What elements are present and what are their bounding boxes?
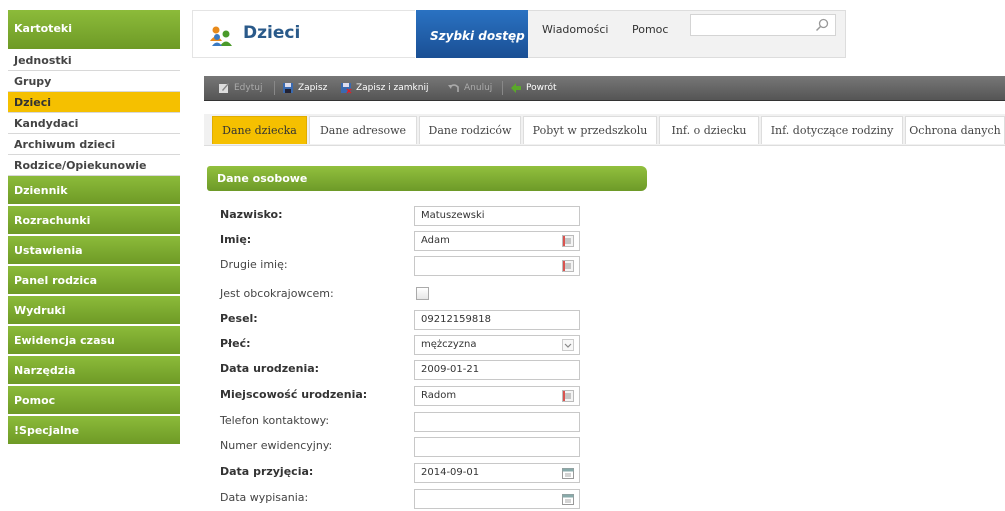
pesel-label: Pesel: bbox=[220, 312, 258, 325]
page-title: Dzieci bbox=[243, 23, 301, 43]
sidebar: Kartoteki Jednostki Grupy Dzieci Kandyda… bbox=[8, 10, 180, 492]
tab-dane-adresowe[interactable]: Dane adresowe bbox=[309, 116, 417, 144]
search-input[interactable] bbox=[690, 14, 836, 36]
sidebar-section-kartoteki[interactable]: Kartoteki bbox=[8, 10, 180, 50]
form-row-pesel: Pesel: 09212159818 bbox=[220, 310, 600, 332]
calendar-icon[interactable] bbox=[562, 467, 574, 479]
save-close-label: Zapisz i zamknij bbox=[356, 83, 429, 93]
calendar-icon[interactable] bbox=[562, 493, 574, 505]
section-header-dane-osobowe: Dane osobowe bbox=[207, 166, 647, 191]
back-button[interactable]: Powrót bbox=[510, 82, 557, 94]
tab-ochrona-danych[interactable]: Ochrona danych bbox=[905, 116, 1005, 144]
undo-icon bbox=[448, 84, 459, 92]
cancel-button[interactable]: Anuluj bbox=[448, 82, 492, 94]
tab-inf-dotyczace-rodziny[interactable]: Inf. dotyczące rodziny bbox=[761, 116, 903, 144]
save-icon bbox=[283, 83, 293, 93]
sidebar-group-ewidencja-czasu[interactable]: Ewidencja czasu bbox=[8, 326, 180, 356]
sidebar-group-ustawienia[interactable]: Ustawienia bbox=[8, 236, 180, 266]
foreigner-label: Jest obcokrajowcem: bbox=[220, 287, 334, 300]
search-icon[interactable] bbox=[815, 18, 829, 32]
form-row-surname: Nazwisko: Matuszewski bbox=[220, 206, 600, 228]
record-number-label: Numer ewidencyjny: bbox=[220, 439, 333, 452]
tab-inf-o-dziecku[interactable]: Inf. o dziecku bbox=[659, 116, 759, 144]
edit-icon bbox=[219, 83, 229, 93]
sidebar-item-jednostki[interactable]: Jednostki bbox=[8, 50, 180, 71]
surname-field[interactable]: Matuszewski bbox=[414, 206, 580, 226]
sidebar-group-panel-rodzica[interactable]: Panel rodzica bbox=[8, 266, 180, 296]
form-row-record-number: Numer ewidencyjny: bbox=[220, 437, 600, 459]
birth-place-value: Radom bbox=[421, 390, 457, 401]
form-row-admission-date: Data przyjęcia: 2014-09-01 bbox=[220, 463, 600, 485]
discharge-date-field[interactable] bbox=[414, 489, 580, 509]
back-label: Powrót bbox=[526, 83, 557, 93]
birth-date-label: Data urodzenia: bbox=[220, 362, 320, 375]
form-row-discharge-date: Data wypisania: bbox=[220, 489, 600, 511]
toolbar: Edytuj Zapisz Zapisz i zamknij Anuluj Po… bbox=[204, 76, 1005, 101]
dictionary-icon[interactable] bbox=[562, 235, 574, 247]
sidebar-group-dziennik[interactable]: Dziennik bbox=[8, 176, 180, 206]
sidebar-group-wydruki[interactable]: Wydruki bbox=[8, 296, 180, 326]
surname-label: Nazwisko: bbox=[220, 208, 283, 221]
sidebar-item-rodzice-opiekunowie[interactable]: Rodzice/Opiekunowie bbox=[8, 155, 180, 176]
messages-link[interactable]: Wiadomości bbox=[542, 23, 608, 36]
gender-label: Płeć: bbox=[220, 337, 251, 350]
save-button[interactable]: Zapisz bbox=[282, 82, 327, 94]
record-number-field[interactable] bbox=[414, 437, 580, 457]
toolbar-divider bbox=[274, 81, 275, 95]
first-name-label: Imię: bbox=[220, 233, 252, 246]
tab-dane-dziecka[interactable]: Dane dziecka bbox=[212, 116, 307, 144]
toolbar-divider bbox=[502, 81, 503, 95]
form-row-first-name: Imię: Adam bbox=[220, 231, 600, 253]
sidebar-group-specjalne[interactable]: !Specjalne bbox=[8, 416, 180, 446]
birth-date-field[interactable]: 2009-01-21 bbox=[414, 360, 580, 380]
quick-access-button[interactable]: Szybki dostęp bbox=[416, 10, 528, 58]
back-arrow-icon bbox=[511, 83, 521, 93]
chevron-down-icon[interactable] bbox=[562, 339, 574, 351]
save-close-icon bbox=[341, 83, 352, 94]
phone-label: Telefon kontaktowy: bbox=[220, 414, 330, 427]
form-row-gender: Płeć: mężczyzna bbox=[220, 335, 600, 357]
save-label: Zapisz bbox=[298, 83, 328, 93]
children-icon bbox=[210, 26, 232, 46]
form-row-phone: Telefon kontaktowy: bbox=[220, 412, 600, 434]
gender-value: mężczyzna bbox=[421, 339, 477, 350]
birth-place-field[interactable]: Radom bbox=[414, 386, 580, 406]
tab-pobyt-w-przedszkolu[interactable]: Pobyt w przedszkolu bbox=[523, 116, 657, 144]
first-name-field[interactable]: Adam bbox=[414, 231, 580, 251]
admission-date-label: Data przyjęcia: bbox=[220, 465, 314, 478]
form-row-birth-place: Miejscowość urodzenia: Radom bbox=[220, 386, 600, 408]
admission-date-value: 2014-09-01 bbox=[421, 467, 480, 478]
foreigner-checkbox[interactable] bbox=[416, 287, 429, 300]
sidebar-item-archiwum-dzieci[interactable]: Archiwum dzieci bbox=[8, 134, 180, 155]
dictionary-icon[interactable] bbox=[562, 390, 574, 402]
help-link[interactable]: Pomoc bbox=[632, 23, 668, 36]
form-row-second-name: Drugie imię: bbox=[220, 256, 600, 278]
edit-button[interactable]: Edytuj bbox=[218, 82, 262, 94]
pesel-field[interactable]: 09212159818 bbox=[414, 310, 580, 330]
sidebar-group-rozrachunki[interactable]: Rozrachunki bbox=[8, 206, 180, 236]
cancel-label: Anuluj bbox=[464, 83, 493, 93]
phone-field[interactable] bbox=[414, 412, 580, 432]
tab-dane-rodzicow[interactable]: Dane rodziców bbox=[419, 116, 521, 144]
birth-place-label: Miejscowość urodzenia: bbox=[220, 388, 368, 401]
gender-select[interactable]: mężczyzna bbox=[414, 335, 580, 355]
second-name-field[interactable] bbox=[414, 256, 580, 276]
sidebar-group-narzedzia[interactable]: Narzędzia bbox=[8, 356, 180, 386]
discharge-date-label: Data wypisania: bbox=[220, 491, 309, 504]
admission-date-field[interactable]: 2014-09-01 bbox=[414, 463, 580, 483]
form-row-birth-date: Data urodzenia: 2009-01-21 bbox=[220, 360, 600, 382]
edit-label: Edytuj bbox=[234, 83, 263, 93]
form-row-foreigner: Jest obcokrajowcem: bbox=[220, 285, 600, 307]
sidebar-item-grupy[interactable]: Grupy bbox=[8, 71, 180, 92]
sidebar-group-pomoc[interactable]: Pomoc bbox=[8, 386, 180, 416]
save-close-button[interactable]: Zapisz i zamknij bbox=[340, 82, 428, 94]
sidebar-item-kandydaci[interactable]: Kandydaci bbox=[8, 113, 180, 134]
sidebar-item-dzieci[interactable]: Dzieci bbox=[8, 92, 180, 113]
dictionary-icon[interactable] bbox=[562, 260, 574, 272]
page-title-box: Dzieci bbox=[192, 10, 415, 58]
second-name-label: Drugie imię: bbox=[220, 258, 288, 271]
tab-bar: Dane dziecka Dane adresowe Dane rodziców… bbox=[204, 114, 1005, 146]
first-name-value: Adam bbox=[421, 235, 450, 246]
